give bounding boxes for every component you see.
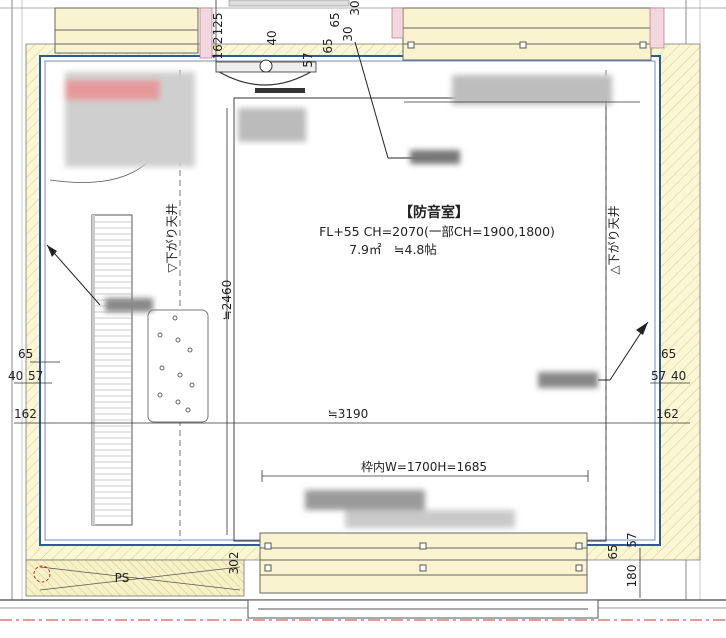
dim-top-57: 57: [301, 52, 315, 67]
piano-keyboard: [91, 214, 133, 526]
ps-label: PS: [115, 571, 130, 585]
dim-height-2460: ≒2460: [220, 280, 234, 321]
room-area: 7.9㎡ ≒4.8帖: [349, 242, 437, 257]
top-window-left: [54, 7, 199, 54]
dim-left-65: 65: [18, 347, 33, 361]
dim-top-30: 30: [348, 0, 362, 15]
bench-dot: [177, 372, 183, 378]
dim-right-65: 65: [661, 347, 676, 361]
bottom-window: [247, 532, 599, 619]
bench-dot: [157, 392, 163, 398]
dim-top-65b: 65: [321, 38, 335, 53]
bench-dot: [172, 315, 178, 321]
dim-top-65: 65: [328, 12, 342, 27]
dim-bottom-65: 65: [606, 544, 620, 559]
bench-dot: [175, 399, 181, 405]
dim-frame: 枠内W=1700H=1685: [361, 460, 487, 474]
bench-dot: [159, 365, 165, 371]
dim-bottom-57: 57: [625, 532, 639, 547]
room-name: 【防音室】: [399, 204, 469, 221]
ceiling-label-left: ▽下がり天井: [164, 203, 179, 272]
bench-dot: [175, 337, 181, 343]
bench-dot: [157, 332, 163, 338]
ceiling-label-right: △下がり天井: [606, 205, 621, 274]
bench-dot: [187, 347, 193, 353]
dim-left-57: 57: [28, 369, 43, 383]
dim-right-57: 57: [651, 369, 666, 383]
room-spec: FL+55 CH=2070(一部CH=1900,1800): [319, 224, 555, 239]
dim-left-40: 40: [8, 369, 23, 383]
bench-dot: [189, 382, 195, 388]
dim-bottom-302: 302: [227, 552, 241, 575]
dim-width-3190: ≒3190: [328, 407, 369, 421]
dim-top-30b: 30: [341, 26, 355, 41]
dim-right-40: 40: [671, 369, 686, 383]
bench-dot: [185, 407, 191, 413]
dim-top-125: 125: [211, 13, 225, 36]
dim-right-162: 162: [656, 407, 679, 421]
dim-top-40: 40: [265, 30, 279, 45]
piano-bench: [147, 309, 209, 423]
dim-top-162: 162: [211, 37, 225, 60]
dim-left-162: 162: [14, 407, 37, 421]
top-window-right: [402, 7, 652, 61]
floor-plan: PS 125 162 65 30 40 57 65 30 65 40 57 16…: [0, 0, 726, 638]
dim-bottom-180: 180: [625, 565, 639, 588]
ps-area: PS: [25, 559, 245, 597]
